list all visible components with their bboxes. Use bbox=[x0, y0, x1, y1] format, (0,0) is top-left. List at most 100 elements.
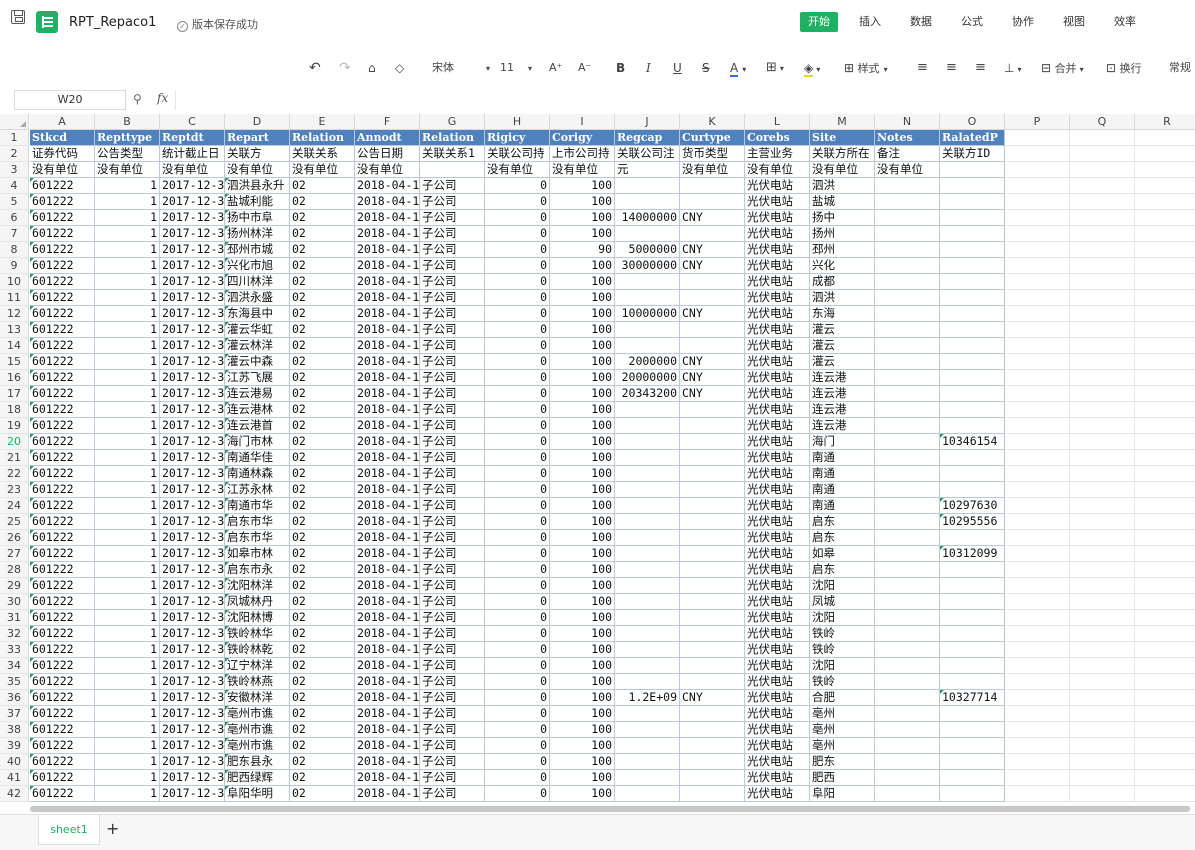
table-cell[interactable]: 2017-12-3 bbox=[160, 402, 225, 418]
table-cell[interactable]: 元 bbox=[615, 162, 680, 178]
table-cell[interactable]: 2018-04-1 bbox=[355, 770, 420, 786]
table-cell[interactable] bbox=[940, 354, 1005, 370]
clear-format-icon[interactable]: ◇ bbox=[395, 56, 404, 80]
scrollbar-thumb[interactable] bbox=[30, 806, 1190, 812]
table-cell[interactable]: 启东市华 bbox=[225, 514, 290, 530]
table-cell[interactable]: 子公司 bbox=[420, 786, 485, 802]
table-cell[interactable] bbox=[940, 258, 1005, 274]
table-cell[interactable] bbox=[875, 706, 940, 722]
table-cell[interactable]: 连云港 bbox=[810, 402, 875, 418]
empty-cell[interactable] bbox=[1135, 306, 1195, 322]
table-cell[interactable] bbox=[875, 738, 940, 754]
table-cell[interactable]: 2017-12-3 bbox=[160, 290, 225, 306]
column-header-O[interactable]: O bbox=[940, 114, 1005, 130]
table-cell[interactable]: 亳州 bbox=[810, 738, 875, 754]
table-cell[interactable]: 100 bbox=[550, 754, 615, 770]
table-cell[interactable]: 盐城利能 bbox=[225, 194, 290, 210]
table-cell[interactable]: 100 bbox=[550, 386, 615, 402]
table-cell[interactable] bbox=[940, 162, 1005, 178]
empty-cell[interactable] bbox=[1135, 210, 1195, 226]
column-header-Q[interactable]: Q bbox=[1070, 114, 1135, 130]
table-cell[interactable]: 1 bbox=[95, 658, 160, 674]
empty-cell[interactable] bbox=[1070, 290, 1135, 306]
empty-cell[interactable] bbox=[1070, 722, 1135, 738]
table-cell[interactable]: 0 bbox=[485, 610, 550, 626]
table-cell[interactable]: 100 bbox=[550, 642, 615, 658]
table-cell[interactable]: 601222 bbox=[30, 370, 95, 386]
table-cell[interactable] bbox=[680, 434, 745, 450]
table-cell[interactable]: 0 bbox=[485, 226, 550, 242]
table-cell[interactable]: 亳州市谯 bbox=[225, 722, 290, 738]
row-header[interactable]: 17 bbox=[0, 386, 29, 402]
style-button[interactable]: ⊞ 样式 ▾ bbox=[844, 56, 888, 80]
empty-cell[interactable] bbox=[1135, 386, 1195, 402]
table-cell[interactable]: 统计截止日 bbox=[160, 146, 225, 162]
menu-tab-4[interactable]: 协作 bbox=[1004, 12, 1042, 32]
table-cell[interactable]: 100 bbox=[550, 370, 615, 386]
empty-cell[interactable] bbox=[1070, 370, 1135, 386]
table-cell[interactable]: 2018-04-1 bbox=[355, 578, 420, 594]
table-cell[interactable]: 光伏电站 bbox=[745, 466, 810, 482]
table-cell[interactable]: 2017-12-3 bbox=[160, 386, 225, 402]
table-cell[interactable]: 子公司 bbox=[420, 738, 485, 754]
empty-cell[interactable] bbox=[1005, 178, 1070, 194]
empty-cell[interactable] bbox=[1070, 658, 1135, 674]
table-cell[interactable] bbox=[940, 642, 1005, 658]
table-cell[interactable]: 光伏电站 bbox=[745, 738, 810, 754]
table-cell[interactable]: 1 bbox=[95, 498, 160, 514]
table-cell[interactable]: 2018-04-1 bbox=[355, 194, 420, 210]
table-cell[interactable]: 1 bbox=[95, 178, 160, 194]
table-cell[interactable]: 1 bbox=[95, 674, 160, 690]
table-cell[interactable]: 光伏电站 bbox=[745, 354, 810, 370]
table-cell[interactable]: 0 bbox=[485, 434, 550, 450]
table-cell[interactable]: 100 bbox=[550, 306, 615, 322]
table-cell[interactable] bbox=[680, 322, 745, 338]
table-cell[interactable]: 连云港首 bbox=[225, 418, 290, 434]
table-cell[interactable]: 100 bbox=[550, 226, 615, 242]
table-cell[interactable]: 02 bbox=[290, 418, 355, 434]
table-cell[interactable]: 肥东县永 bbox=[225, 754, 290, 770]
table-cell[interactable]: 100 bbox=[550, 626, 615, 642]
table-cell[interactable]: 10297630 bbox=[940, 498, 1005, 514]
table-cell[interactable]: 02 bbox=[290, 306, 355, 322]
table-cell[interactable]: CNY bbox=[680, 690, 745, 706]
table-cell[interactable]: 10295556 bbox=[940, 514, 1005, 530]
table-cell[interactable]: 上市公司持 bbox=[550, 146, 615, 162]
table-cell[interactable]: 100 bbox=[550, 258, 615, 274]
table-cell[interactable]: 海门市林 bbox=[225, 434, 290, 450]
table-cell[interactable] bbox=[940, 754, 1005, 770]
row-header[interactable]: 12 bbox=[0, 306, 29, 322]
empty-cell[interactable] bbox=[1135, 466, 1195, 482]
row-header[interactable]: 28 bbox=[0, 562, 29, 578]
table-cell[interactable]: 光伏电站 bbox=[745, 450, 810, 466]
empty-cell[interactable] bbox=[1005, 514, 1070, 530]
table-cell[interactable]: 关联方所在 bbox=[810, 146, 875, 162]
table-cell[interactable]: 2017-12-3 bbox=[160, 546, 225, 562]
row-header[interactable]: 22 bbox=[0, 466, 29, 482]
table-cell[interactable]: 02 bbox=[290, 722, 355, 738]
table-cell[interactable]: 10312099 bbox=[940, 546, 1005, 562]
table-cell[interactable]: 安徽林洋 bbox=[225, 690, 290, 706]
table-cell[interactable]: 灌云 bbox=[810, 322, 875, 338]
table-cell[interactable]: 601222 bbox=[30, 450, 95, 466]
table-cell[interactable]: 0 bbox=[485, 418, 550, 434]
table-cell[interactable]: 100 bbox=[550, 610, 615, 626]
table-cell[interactable] bbox=[680, 402, 745, 418]
table-cell[interactable]: 100 bbox=[550, 530, 615, 546]
table-cell[interactable]: 5000000 bbox=[615, 242, 680, 258]
table-cell[interactable]: 子公司 bbox=[420, 210, 485, 226]
table-cell[interactable]: 601222 bbox=[30, 786, 95, 802]
table-cell[interactable]: 601222 bbox=[30, 290, 95, 306]
table-cell[interactable]: 泗洪 bbox=[810, 178, 875, 194]
table-cell[interactable]: 阜阳华明 bbox=[225, 786, 290, 802]
empty-cell[interactable] bbox=[1135, 450, 1195, 466]
table-cell[interactable]: 2017-12-3 bbox=[160, 690, 225, 706]
empty-cell[interactable] bbox=[1005, 786, 1070, 802]
table-cell[interactable]: 沈阳 bbox=[810, 610, 875, 626]
table-cell[interactable]: 泗洪县永升 bbox=[225, 178, 290, 194]
table-cell[interactable]: 601222 bbox=[30, 642, 95, 658]
column-header-P[interactable]: P bbox=[1005, 114, 1070, 130]
table-cell[interactable]: 601222 bbox=[30, 402, 95, 418]
column-header-I[interactable]: I bbox=[550, 114, 615, 130]
column-header-N[interactable]: N bbox=[875, 114, 940, 130]
